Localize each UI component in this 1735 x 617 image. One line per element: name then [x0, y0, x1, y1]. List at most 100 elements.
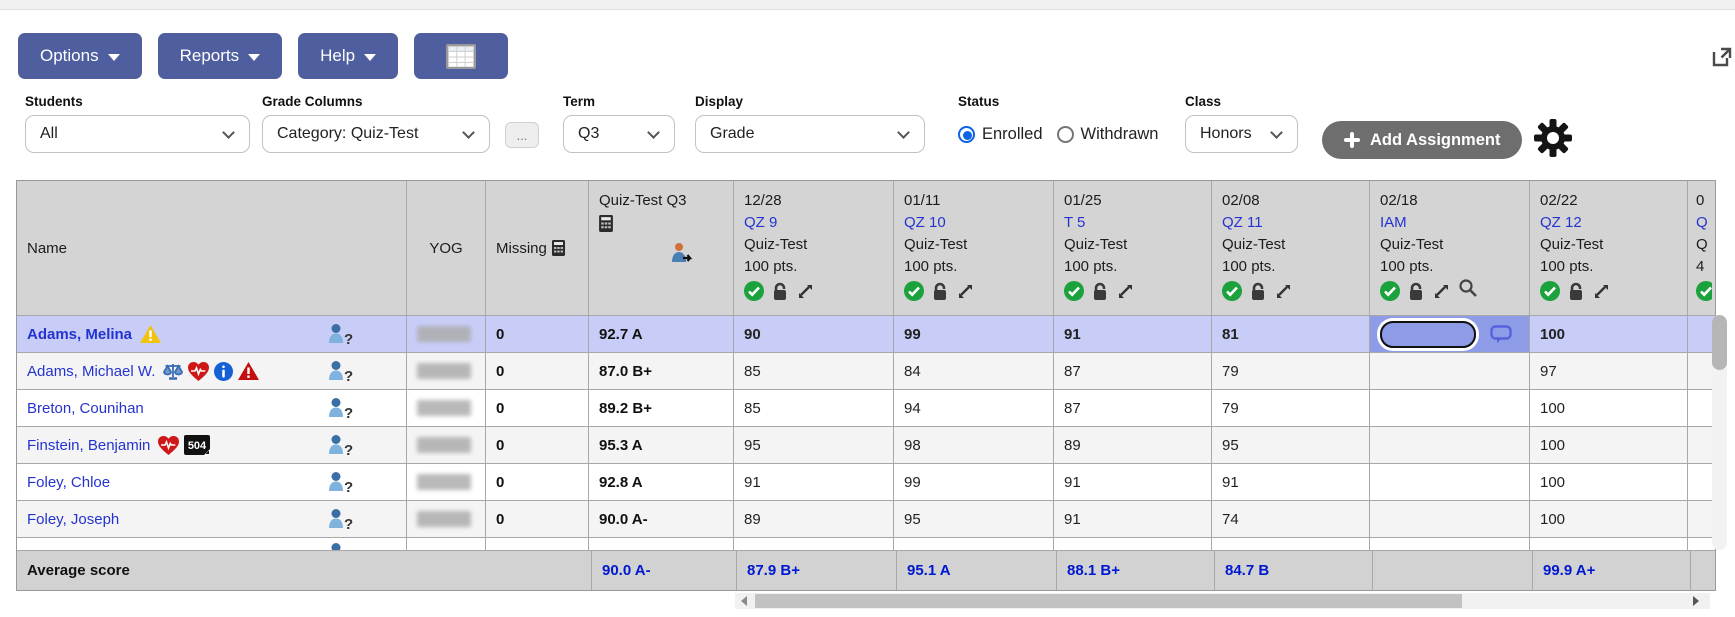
assignment-link[interactable]: QZ 11: [1222, 212, 1263, 234]
student-question-icon[interactable]: ?: [327, 323, 354, 345]
grade-cell[interactable]: 81: [1212, 316, 1370, 352]
status-enrolled-radio[interactable]: Enrolled: [958, 125, 1043, 144]
expand-arrows-icon[interactable]: [1116, 282, 1134, 300]
display-select[interactable]: Grade: [695, 115, 925, 153]
term-average-cell[interactable]: 87.0 B+: [589, 353, 734, 389]
plan-504-badge-icon[interactable]: 504: [184, 435, 211, 455]
scroll-right-arrow-icon[interactable]: [1693, 596, 1699, 606]
grade-cell[interactable]: 98: [894, 427, 1054, 463]
student-question-icon[interactable]: ?: [327, 434, 354, 456]
help-button[interactable]: Help: [298, 33, 399, 79]
grade-cell[interactable]: 79: [1212, 390, 1370, 426]
warning-icon[interactable]: [140, 325, 162, 343]
grade-cell[interactable]: 89: [1054, 427, 1212, 463]
magnifier-icon[interactable]: [1458, 278, 1478, 298]
students-select[interactable]: All: [25, 115, 250, 153]
visible-check-icon[interactable]: [744, 281, 764, 301]
grade-cell[interactable]: 74: [1212, 501, 1370, 537]
medical-alert-icon[interactable]: [158, 435, 180, 455]
grid-view-button[interactable]: [414, 33, 509, 79]
yog-column-header[interactable]: YOG: [407, 181, 486, 315]
term-average-cell[interactable]: 89.2 B+: [589, 390, 734, 426]
lock-icon[interactable]: [1092, 282, 1108, 301]
grade-cell[interactable]: 87: [1054, 353, 1212, 389]
visible-check-icon[interactable]: [1540, 281, 1560, 301]
vertical-scrollbar[interactable]: [1712, 315, 1727, 550]
missing-cell[interactable]: 0: [486, 353, 589, 389]
gear-icon[interactable]: [1532, 117, 1574, 159]
term-select[interactable]: Q3: [563, 115, 675, 153]
grade-cell[interactable]: 97: [1530, 353, 1688, 389]
grade-cell[interactable]: [1370, 390, 1530, 426]
term-average-cell[interactable]: 95.3 A: [589, 427, 734, 463]
grade-cell[interactable]: 91: [1212, 464, 1370, 500]
grade-cell[interactable]: [1370, 427, 1530, 463]
publish-grades-icon[interactable]: [669, 242, 695, 264]
grade-cell[interactable]: 85: [734, 353, 894, 389]
student-question-icon[interactable]: ?: [327, 397, 354, 419]
legal-scales-icon[interactable]: [163, 362, 184, 381]
grade-columns-select[interactable]: Category: Quiz-Test: [262, 115, 490, 153]
expand-arrows-icon[interactable]: [1432, 282, 1450, 300]
visible-check-icon[interactable]: [1380, 281, 1400, 301]
grade-cell[interactable]: 91: [734, 464, 894, 500]
grade-cell[interactable]: 91: [1054, 316, 1212, 352]
grade-cell[interactable]: 79: [1212, 353, 1370, 389]
missing-cell[interactable]: 0: [486, 501, 589, 537]
grade-cell[interactable]: 91: [1054, 464, 1212, 500]
scroll-left-arrow-icon[interactable]: [741, 596, 747, 606]
visible-check-icon[interactable]: [1064, 281, 1084, 301]
assignment-link[interactable]: QZ 12: [1540, 212, 1582, 234]
grade-cell[interactable]: 94: [894, 390, 1054, 426]
external-link-icon[interactable]: [1712, 46, 1733, 67]
alert-triangle-icon[interactable]: [238, 362, 260, 380]
assignment-link[interactable]: T 5: [1064, 212, 1085, 234]
grade-cell[interactable]: 95: [734, 427, 894, 463]
expand-arrows-icon[interactable]: [1274, 282, 1292, 300]
medical-alert-icon[interactable]: [188, 361, 210, 381]
reports-button[interactable]: Reports: [157, 33, 283, 79]
grade-cell[interactable]: 95: [1212, 427, 1370, 463]
expand-arrows-icon[interactable]: [1592, 282, 1610, 300]
comment-bubble-icon[interactable]: [1490, 324, 1512, 344]
student-name-link[interactable]: Finstein, Benjamin: [27, 437, 150, 454]
missing-cell[interactable]: 0: [486, 427, 589, 463]
assignment-link[interactable]: IAM: [1380, 212, 1407, 234]
lock-icon[interactable]: [772, 282, 788, 301]
student-name-link[interactable]: Foley, Chloe: [27, 474, 110, 491]
grade-cell[interactable]: 100: [1530, 316, 1688, 352]
horizontal-scrollbar-thumb[interactable]: [755, 594, 1462, 608]
grade-cell[interactable]: 99: [894, 464, 1054, 500]
grade-cell[interactable]: [1370, 353, 1530, 389]
student-question-icon[interactable]: ?: [327, 360, 354, 382]
grade-cell[interactable]: 91: [1054, 501, 1212, 537]
status-withdrawn-radio[interactable]: Withdrawn: [1056, 125, 1159, 144]
student-question-icon[interactable]: ?: [327, 471, 354, 493]
visible-check-icon[interactable]: [904, 281, 924, 301]
grade-cell[interactable]: 95: [894, 501, 1054, 537]
grade-cell[interactable]: 99: [894, 316, 1054, 352]
student-name-link[interactable]: Adams, Michael W.: [27, 363, 155, 380]
term-average-cell[interactable]: 92.8 A: [589, 464, 734, 500]
expand-arrows-icon[interactable]: [956, 282, 974, 300]
grade-cell[interactable]: [1370, 464, 1530, 500]
grade-cell[interactable]: 87: [1054, 390, 1212, 426]
grade-cell[interactable]: 89: [734, 501, 894, 537]
missing-column-header[interactable]: Missing: [486, 181, 589, 315]
grade-cell[interactable]: 84: [894, 353, 1054, 389]
summary-column-header[interactable]: Quiz-Test Q3: [589, 181, 734, 315]
lock-icon[interactable]: [1250, 282, 1266, 301]
class-select[interactable]: Honors: [1185, 115, 1298, 153]
expand-arrows-icon[interactable]: [796, 282, 814, 300]
student-name-link[interactable]: Breton, Counihan: [27, 400, 144, 417]
visible-check-icon[interactable]: [1222, 281, 1242, 301]
horizontal-scrollbar[interactable]: [735, 593, 1710, 609]
more-grade-columns-button[interactable]: ...: [505, 122, 539, 148]
info-icon[interactable]: [214, 361, 234, 381]
grade-cell[interactable]: 90: [734, 316, 894, 352]
term-average-cell[interactable]: 90.0 A-: [589, 501, 734, 537]
grade-cell[interactable]: 85: [734, 390, 894, 426]
grade-cell[interactable]: [1370, 501, 1530, 537]
lock-icon[interactable]: [1408, 282, 1424, 301]
grade-input[interactable]: [1380, 320, 1476, 348]
